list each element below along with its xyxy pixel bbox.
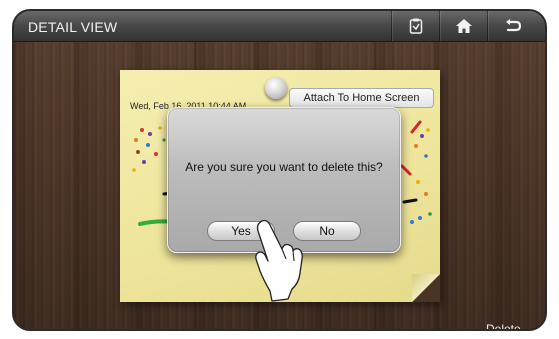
edit-note-icon [409, 18, 423, 34]
page-title: DETAIL VIEW [28, 19, 118, 35]
attach-to-home-button[interactable]: Attach To Home Screen [289, 88, 434, 108]
home-icon [455, 18, 473, 34]
title-bar: DETAIL VIEW [14, 11, 545, 42]
tap-hand-icon [255, 219, 303, 302]
delete-button[interactable]: Delete [486, 322, 521, 329]
device-screen: DETAIL VIEW Wed, Feb 16, 2011 10:44 AM A… [12, 9, 547, 331]
back-button[interactable] [487, 11, 538, 41]
back-icon [504, 19, 522, 33]
pin-icon [265, 77, 287, 103]
dialog-message: Are you sure you want to delete this? [185, 160, 383, 174]
edit-note-button[interactable] [391, 11, 440, 41]
home-button[interactable] [439, 11, 488, 41]
